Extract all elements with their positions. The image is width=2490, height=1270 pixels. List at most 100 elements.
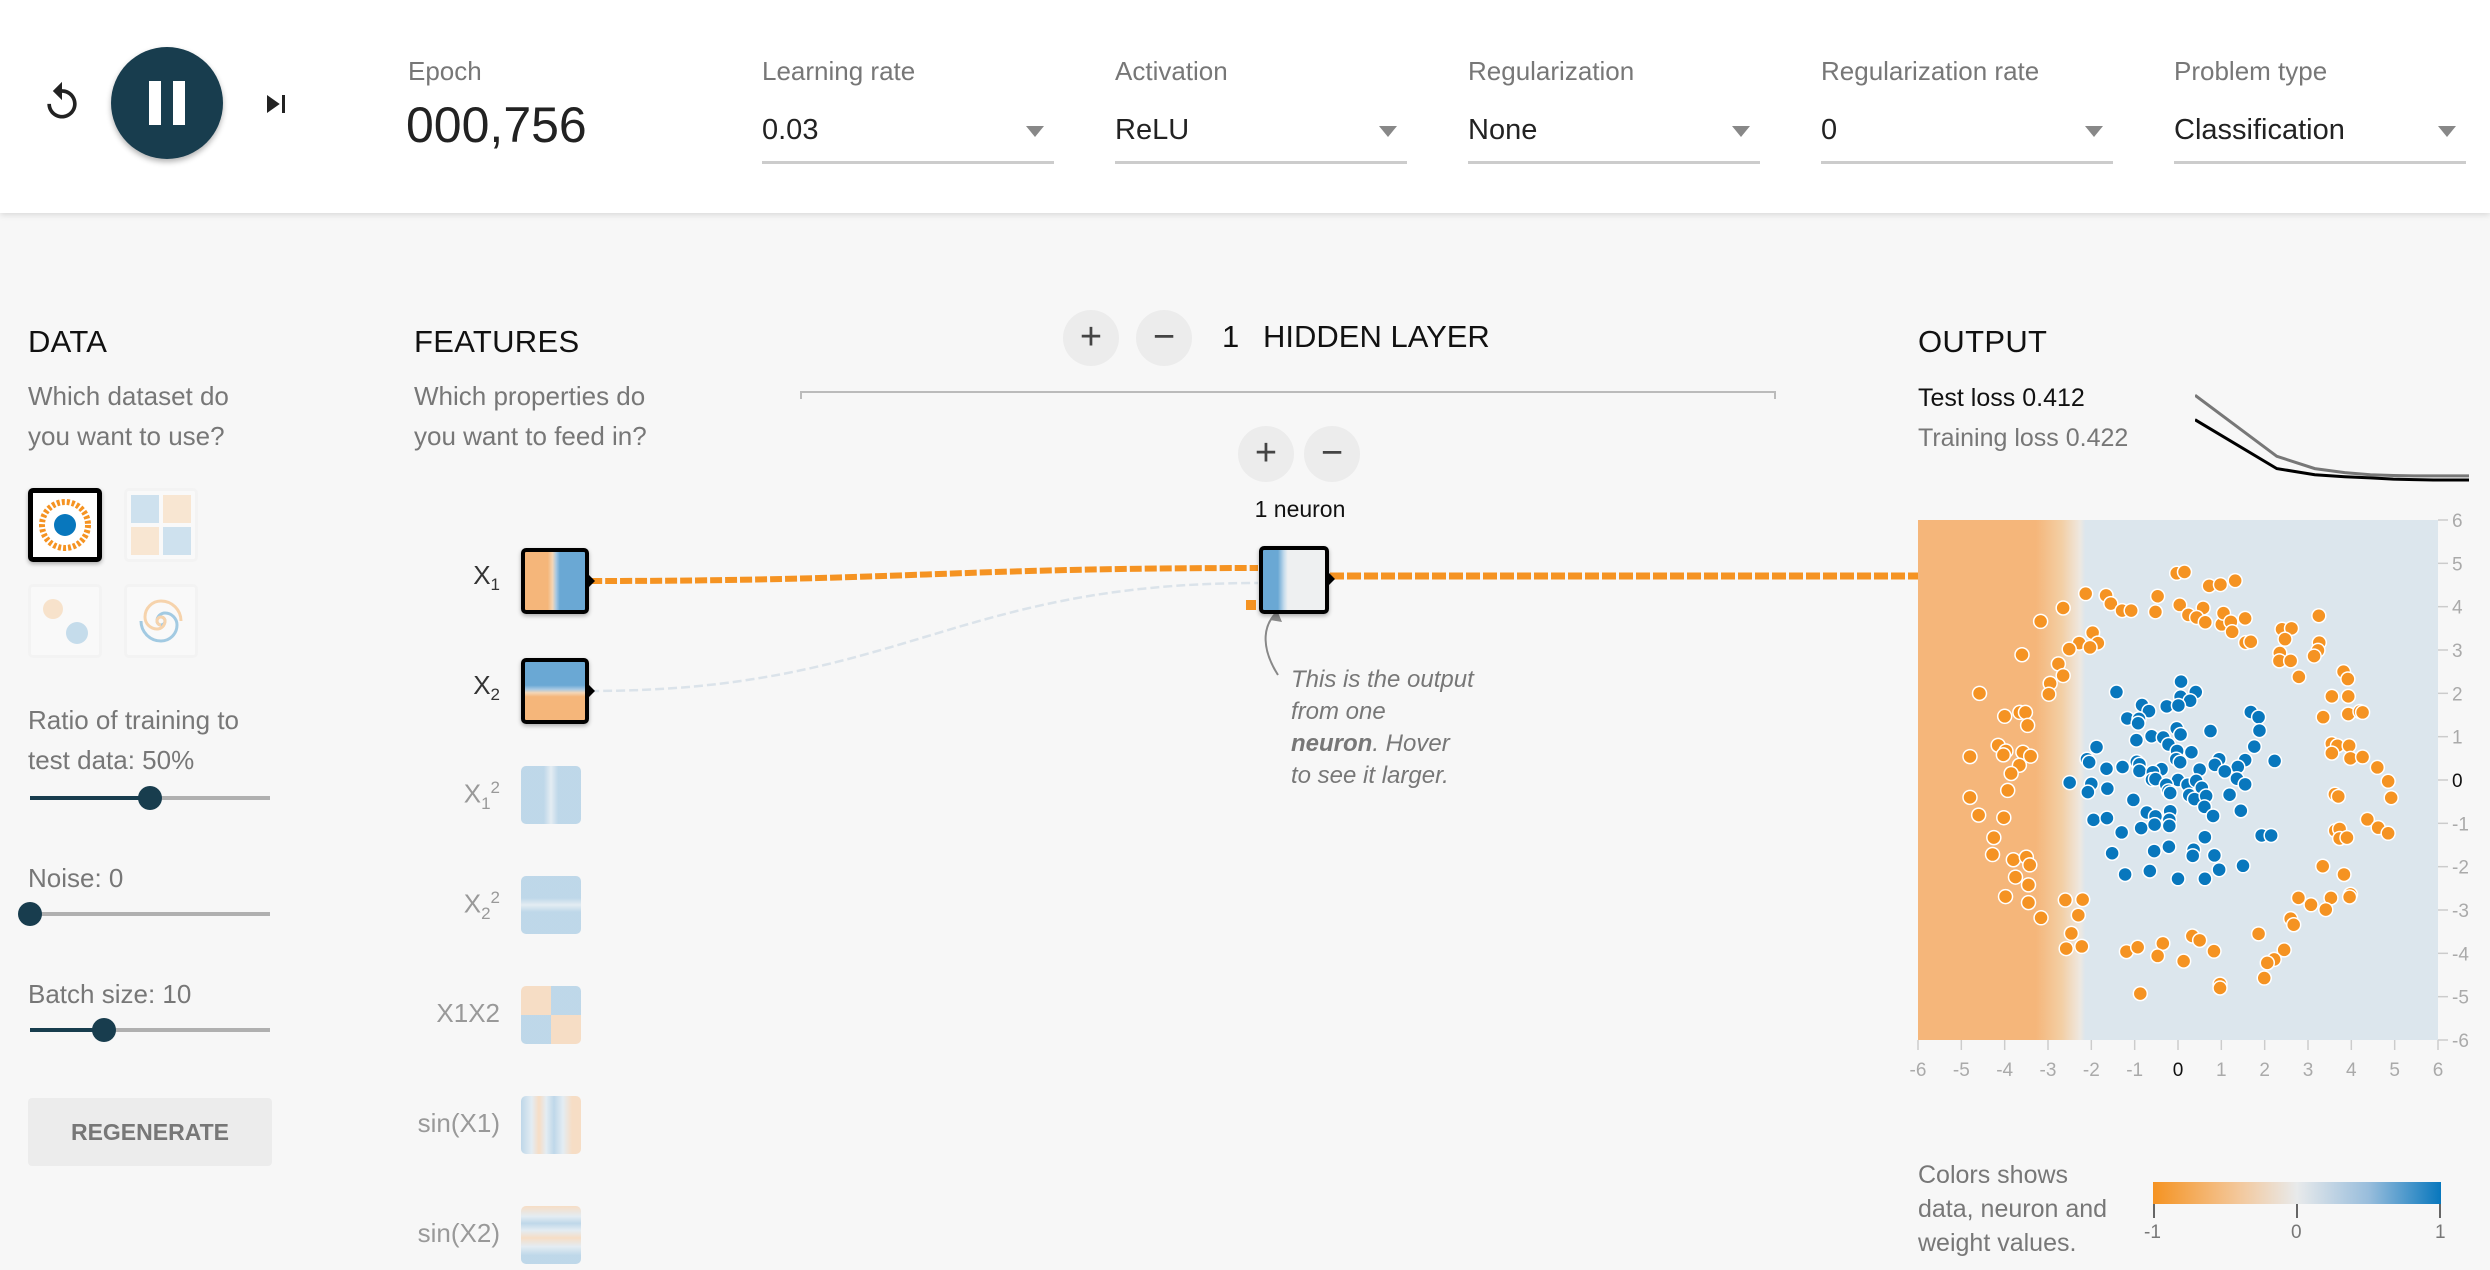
y-axis-tick-label: 6 — [2452, 511, 2463, 532]
hidden-neuron-1[interactable] — [1259, 546, 1329, 614]
data-point — [2339, 829, 2355, 846]
data-point — [2022, 857, 2038, 873]
data-point — [1999, 782, 2016, 799]
data-point — [1984, 846, 2001, 863]
remove-layer-button[interactable]: − — [1136, 310, 1192, 366]
legend-tick — [2296, 1204, 2298, 1218]
data-point — [2341, 738, 2357, 754]
feature-node-x1-squared[interactable] — [521, 766, 581, 824]
data-point — [2206, 943, 2222, 959]
y-axis-tick-label: -5 — [2452, 988, 2469, 1009]
feature-node-x2-squared[interactable] — [521, 876, 581, 934]
data-point — [2197, 829, 2213, 845]
data-point — [2113, 824, 2130, 841]
data-point — [2077, 585, 2094, 602]
data-point — [2224, 624, 2240, 640]
data-point — [2108, 684, 2125, 700]
remove-neuron-button[interactable]: − — [1304, 426, 1360, 482]
feature-label-text: X — [463, 778, 482, 809]
y-axis-tick-label: 5 — [2452, 554, 2463, 575]
node-output-triangle-icon — [587, 683, 595, 699]
data-point — [2282, 653, 2299, 669]
data-point — [2175, 953, 2192, 969]
link-x1-neuron[interactable] — [589, 565, 1259, 584]
feature-label-sub: 1 — [490, 575, 500, 595]
data-point — [2033, 910, 2049, 926]
data-point — [2354, 704, 2371, 721]
feature-label-text: X — [463, 888, 482, 919]
data-point — [2354, 749, 2371, 765]
data-point — [2314, 858, 2331, 874]
data-point — [2007, 869, 2024, 885]
feature-label-x2: X2 — [380, 670, 500, 705]
data-point — [2130, 715, 2146, 731]
data-point — [2055, 667, 2071, 684]
data-point — [2183, 744, 2200, 761]
y-axis-tick-label: -4 — [2452, 944, 2469, 965]
data-point — [2251, 722, 2268, 739]
data-point — [2070, 907, 2087, 923]
feature-node-sin-x1[interactable] — [521, 1096, 581, 1154]
color-legend-bar — [2153, 1182, 2441, 1204]
note-line: This is the output — [1291, 666, 1474, 693]
neuron-hint-note: This is the output from one neuron. Hove… — [1291, 664, 1474, 792]
data-point — [2206, 847, 2223, 864]
data-point — [2246, 738, 2263, 755]
data-point — [2081, 754, 2097, 770]
test-loss: Test loss 0.412 — [1918, 384, 2085, 413]
feature-node-sin-x2[interactable] — [521, 1206, 581, 1264]
data-point — [2197, 871, 2213, 887]
data-point — [2170, 697, 2187, 714]
hidden-layer-count: 1 — [1222, 319, 1240, 354]
y-axis-tick-label: 3 — [2452, 641, 2463, 662]
training-loss-label: Training loss — [1918, 424, 2059, 452]
data-point — [2205, 808, 2221, 824]
data-point — [2085, 812, 2102, 828]
x-axis-tick-label: -3 — [2040, 1060, 2057, 1081]
feature-label-sub: 2 — [481, 903, 491, 923]
feature-label-sup: 2 — [490, 778, 500, 797]
legend-tick-label: 1 — [2435, 1222, 2446, 1243]
loss-line-training-loss — [2195, 393, 2469, 478]
feature-label-sup: 2 — [490, 888, 500, 907]
training-loss: Training loss 0.422 — [1918, 424, 2128, 453]
feature-node-x1[interactable] — [521, 548, 589, 614]
y-axis-tick-label: -2 — [2452, 858, 2469, 879]
y-axis-tick-label: -1 — [2452, 814, 2469, 835]
feature-node-x2[interactable] — [521, 658, 589, 724]
legend-tick-label: 0 — [2291, 1222, 2302, 1243]
data-point — [2074, 938, 2090, 955]
data-point — [2133, 820, 2149, 836]
data-point — [2020, 894, 2037, 911]
y-axis-tick-label: 1 — [2452, 728, 2463, 749]
node-output-triangle-icon — [1327, 571, 1335, 587]
data-point — [2170, 871, 2186, 887]
data-point — [1970, 807, 1987, 823]
bias-indicator[interactable] — [1246, 600, 1256, 610]
data-point — [2161, 818, 2178, 834]
data-point — [2256, 970, 2272, 986]
data-point — [1996, 708, 2013, 725]
y-axis-tick-label: 0 — [2452, 771, 2463, 792]
feature-node-x1x2[interactable] — [521, 986, 581, 1044]
data-point — [2340, 671, 2356, 687]
data-point — [2324, 745, 2340, 761]
data-point — [2306, 648, 2322, 664]
x-axis-tick-label: -2 — [2083, 1060, 2100, 1081]
data-point — [1996, 809, 2012, 826]
link-x2-neuron[interactable] — [589, 581, 1259, 693]
data-point — [2149, 948, 2166, 964]
add-neuron-button[interactable]: + — [1238, 426, 1294, 482]
loss-chart — [2195, 393, 2469, 482]
x-axis-tick-label: 6 — [2433, 1060, 2444, 1081]
data-point — [2149, 588, 2166, 605]
data-point — [2290, 890, 2307, 906]
data-point — [2128, 732, 2145, 748]
output-title: OUTPUT — [1918, 324, 2048, 359]
data-point — [2162, 785, 2178, 801]
add-layer-button[interactable]: + — [1063, 310, 1119, 366]
feature-label-text: X — [473, 670, 491, 700]
x-axis-tick-label: 2 — [2259, 1060, 2270, 1081]
data-point — [2055, 600, 2071, 616]
data-point — [2014, 647, 2030, 663]
